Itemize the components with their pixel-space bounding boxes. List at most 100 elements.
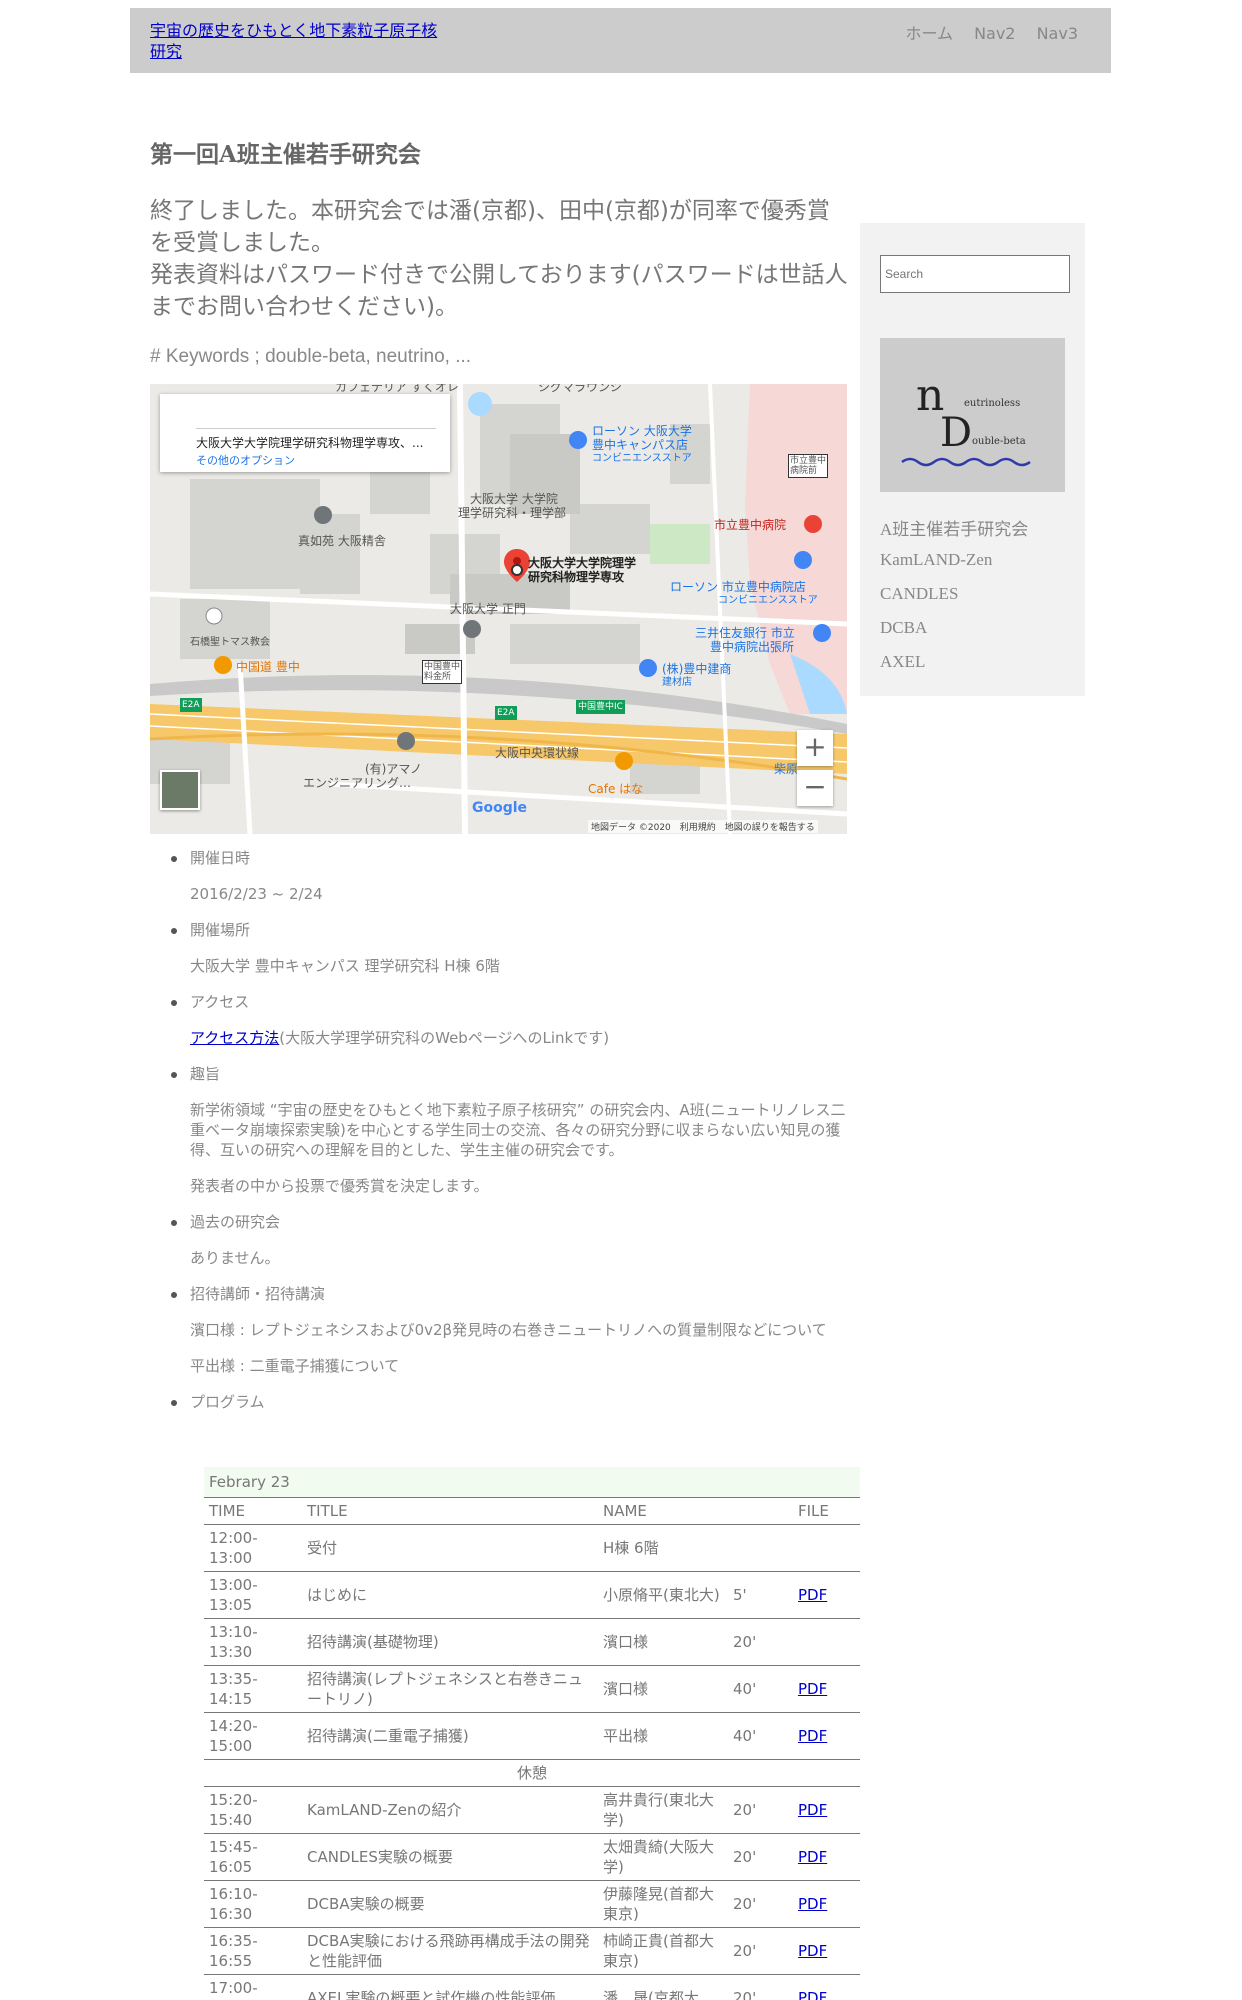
map-label: 中国豊中IC bbox=[576, 700, 625, 714]
event-info-list: 開催日時 2016/2/23 ~ 2/24 開催場所 大阪大学 豊中キャンパス … bbox=[150, 848, 850, 1428]
map-label: ローソン 市立豊中病院店 bbox=[670, 580, 806, 594]
bullet bbox=[171, 1000, 177, 1006]
pdf-link[interactable]: PDF bbox=[798, 1801, 827, 1819]
logo-text-2: ouble-beta bbox=[972, 436, 1026, 447]
name-cell: 平出様 bbox=[603, 1727, 649, 1745]
time-cell: 12:00-13:00 bbox=[209, 1529, 258, 1567]
svg-text:D: D bbox=[940, 410, 972, 456]
nav-2[interactable]: Nav2 bbox=[974, 24, 1015, 43]
bullet bbox=[171, 1400, 177, 1406]
past-value: ありません。 bbox=[190, 1249, 280, 1267]
search-input[interactable] bbox=[880, 255, 1070, 293]
map-label: 市立豊中 病院前 bbox=[788, 454, 829, 478]
map-label-text: 病院前 bbox=[790, 466, 818, 476]
table-row: 17:00-17:20 AXEL実験の概要と試作機の性能評価 潘 晟(京都大 20' P… bbox=[204, 1975, 860, 2000]
map-directions-card[interactable]: 大阪大学大学院理学研究科物理学専攻、... その他のオプション bbox=[160, 394, 450, 472]
map-pin-label-2: 研究科物理学専攻 bbox=[528, 570, 625, 584]
embedded-map[interactable]: 大阪大学大学院理学研究科物理学専攻、... その他のオプション カフェテリア す… bbox=[150, 384, 847, 834]
access-note: (大阪大学理学研究科のWebページへのLinkです) bbox=[279, 1029, 610, 1047]
sidebar-item-kamland[interactable]: KamLAND-Zen bbox=[880, 550, 992, 570]
title-cell: 招待講演(二重電子捕獲) bbox=[307, 1727, 469, 1745]
page-title: 第一回A班主催若手研究会 bbox=[150, 141, 421, 168]
map-label: 豊中キャンパス店 bbox=[592, 438, 689, 452]
site-title-link[interactable]: 宇宙の歴史をひもとく地下素粒子原子核研究 bbox=[150, 20, 445, 62]
col-file-header: FILE bbox=[793, 1497, 860, 1525]
top-nav: ホーム Nav2 Nav3 bbox=[889, 20, 1078, 44]
name-cell: H棟 6階 bbox=[603, 1539, 659, 1557]
sidebar-item-a-group[interactable]: A班主催若手研究会 bbox=[880, 515, 1028, 540]
title-cell: KamLAND-Zenの紹介 bbox=[307, 1801, 462, 1819]
map-zoom-in-button[interactable]: + bbox=[797, 730, 833, 766]
neutrinoless-logo: n D eutrinoless ouble-beta bbox=[880, 338, 1065, 492]
invited-1: 濱口様 : レプトジェネシスおよび0v2β発見時の右巻きニュートリノへの質量制限… bbox=[190, 1321, 827, 1339]
map-zoom-out-button[interactable]: − bbox=[797, 770, 833, 806]
map-label: 大阪大学 大学院 bbox=[470, 492, 558, 506]
nav-home[interactable]: ホーム bbox=[905, 24, 953, 43]
list-item: 開催日時 2016/2/23 ~ 2/24 bbox=[150, 848, 850, 904]
pdf-link[interactable]: PDF bbox=[798, 1586, 827, 1604]
title-cell: CANDLES実験の概要 bbox=[307, 1848, 453, 1866]
file-cell: PDF bbox=[793, 1975, 860, 2000]
map-label: Cafe はな bbox=[588, 782, 644, 796]
map-label: 豊中病院出張所 bbox=[710, 640, 795, 654]
map-label: シグマラウンジ bbox=[538, 384, 623, 394]
sidebar-item-candles[interactable]: CANDLES bbox=[880, 584, 958, 604]
name-cell: 濱口様 bbox=[603, 1680, 649, 1698]
map-label: 市立豊中病院 bbox=[714, 518, 787, 532]
table-row: 16:35-16:55 DCBA実験における飛跡再構成手法の開発と性能評価 柿崎正貴… bbox=[204, 1928, 860, 1975]
map-options-link[interactable]: その他のオプション bbox=[196, 452, 295, 468]
table-header-row: TIME TITLE NAME FILE bbox=[204, 1497, 860, 1525]
map-label: E2A bbox=[495, 706, 517, 720]
sidebar-item-dcba[interactable]: DCBA bbox=[880, 618, 927, 638]
map-label: (有)アマノ bbox=[365, 762, 423, 776]
map-label-text: 料金所 bbox=[424, 672, 452, 682]
pdf-link[interactable]: PDF bbox=[798, 1942, 827, 1960]
file-cell: PDF bbox=[793, 1928, 860, 1975]
list-item: 過去の研究会 ありません。 bbox=[150, 1212, 850, 1268]
map-label: コンビニエンスストア bbox=[592, 453, 692, 464]
card-divider bbox=[196, 428, 436, 429]
map-label: (株)豊中建商 bbox=[662, 662, 732, 676]
map-label: 三井住友銀行 市立 bbox=[695, 626, 795, 640]
map-label: 大阪大学 正門 bbox=[450, 602, 526, 616]
map-label: 大阪中央環状線 bbox=[495, 746, 580, 760]
pdf-link[interactable]: PDF bbox=[798, 1848, 827, 1866]
name-cell: 濱口様 bbox=[603, 1633, 649, 1651]
purpose-label: 趣旨 bbox=[190, 1065, 221, 1083]
duration-cell: 5' bbox=[733, 1586, 747, 1604]
day-cell: Febrary 23 bbox=[204, 1467, 860, 1498]
pdf-link[interactable]: PDF bbox=[798, 1680, 827, 1698]
sidebar-item-axel[interactable]: AXEL bbox=[880, 652, 925, 672]
map-label: 建材店 bbox=[662, 677, 692, 688]
map-footer[interactable]: 地図データ ©2020 利用規約 地図の誤りを報告する bbox=[588, 820, 818, 833]
bullet bbox=[171, 1072, 177, 1078]
table-row: 15:45-16:05 CANDLES実験の概要 太畑貴綺(大阪大学) 20' PDF bbox=[204, 1834, 860, 1881]
name-cell: 太畑貴綺(大阪大学) bbox=[603, 1838, 714, 1876]
name-cell: 伊藤隆晃(首都大東京) bbox=[603, 1885, 714, 1923]
pdf-link[interactable]: PDF bbox=[798, 1895, 827, 1913]
time-cell: 16:10-16:30 bbox=[209, 1885, 258, 1923]
map-label: 中国道 豊中 bbox=[236, 660, 300, 674]
lead-line-2: 発表資料はパスワード付きで公開しております(パスワードは世話人までお問い合わせく… bbox=[150, 262, 848, 320]
pdf-link[interactable]: PDF bbox=[798, 1989, 827, 2000]
duration-cell: 40' bbox=[733, 1680, 757, 1698]
title-cell: DCBA実験における飛跡再構成手法の開発と性能評価 bbox=[307, 1932, 590, 1970]
keywords: # Keywords ; double-beta, neutrino, ... bbox=[150, 346, 472, 367]
time-cell: 13:35-14:15 bbox=[209, 1670, 258, 1708]
list-item: プログラム bbox=[150, 1392, 850, 1412]
access-link[interactable]: アクセス方法 bbox=[190, 1029, 279, 1047]
time-cell: 17:00-17:20 bbox=[209, 1979, 258, 2000]
table-row: 16:10-16:30 DCBA実験の概要 伊藤隆晃(首都大東京) 20' PDF bbox=[204, 1881, 860, 1928]
title-cell: 招待講演(レプトジェネシスと右巻きニュートリノ) bbox=[307, 1670, 583, 1708]
bullet bbox=[171, 1292, 177, 1298]
nav-3[interactable]: Nav3 bbox=[1037, 24, 1078, 43]
table-row: 12:00-13:00 受付 H棟 6階 bbox=[204, 1525, 860, 1572]
access-label: アクセス bbox=[190, 993, 250, 1011]
purpose-text: 新学術領域 “宇宙の歴史をひもとく地下素粒子原子核研究” の研究会内、A班(ニュ… bbox=[190, 1101, 846, 1159]
bullet bbox=[171, 1220, 177, 1226]
table-row: 13:35-14:15 招待講演(レプトジェネシスと右巻きニュートリノ) 濱口様 40… bbox=[204, 1666, 860, 1713]
duration-cell: 40' bbox=[733, 1727, 757, 1745]
pdf-link[interactable]: PDF bbox=[798, 1727, 827, 1745]
map-layer-thumbnail[interactable] bbox=[160, 770, 200, 810]
duration-cell: 20' bbox=[733, 1633, 757, 1651]
